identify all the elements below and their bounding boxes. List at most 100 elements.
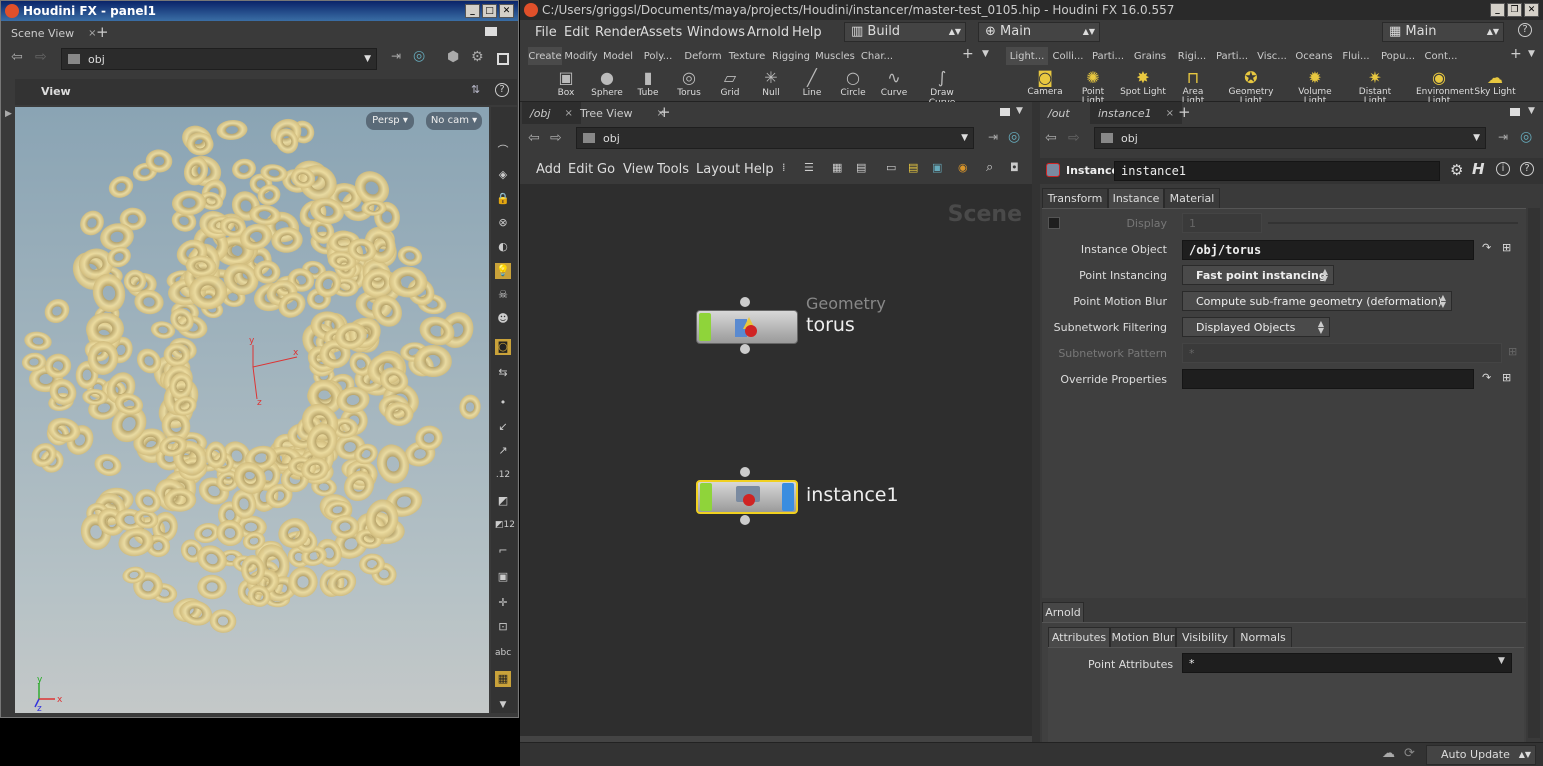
back-arrow-icon[interactable]: ⇦: [11, 49, 23, 65]
light-shelf-tab-5[interactable]: Parti...: [1212, 47, 1252, 65]
list-icon[interactable]: ☰: [804, 161, 814, 174]
network-search-icon[interactable]: ⌕: [986, 160, 993, 175]
node-instance1[interactable]: [696, 480, 798, 514]
cloud-icon[interactable]: ☁: [1382, 746, 1395, 761]
point-instancing-select[interactable]: Fast point instancing ▲ ▼: [1182, 265, 1334, 285]
param-link-icon[interactable]: ◎: [1520, 129, 1532, 145]
context-select[interactable]: ⊕ Main ▲▼: [978, 22, 1100, 42]
light-tool-7[interactable]: ◉ Environment Light: [1416, 66, 1473, 106]
shelf-tool-0[interactable]: ▣ Box: [546, 66, 586, 100]
shelf-tool-2[interactable]: ▮ Tube: [628, 66, 668, 100]
guide-icon[interactable]: ⌐: [495, 543, 511, 559]
light-shelf-tab-2[interactable]: Parti...: [1088, 47, 1128, 65]
left-title-bar[interactable]: Houdini FX - panel1 _ □ ✕: [1, 1, 518, 21]
network-menu-layout[interactable]: Layout: [696, 162, 740, 177]
param-pane-menu-icon[interactable]: ▼: [1528, 106, 1535, 116]
main-title-bar[interactable]: C:/Users/griggsl/Documents/maya/projects…: [520, 0, 1543, 20]
output-connector[interactable]: [740, 515, 750, 525]
view-menu-label[interactable]: View: [41, 85, 71, 98]
prim-icon[interactable]: ◩: [495, 493, 511, 509]
light-shelf-tab-3[interactable]: Grains: [1128, 47, 1172, 65]
light-tool-4[interactable]: ✪ Geometry Light: [1228, 66, 1274, 106]
network-pane-icon[interactable]: [1000, 108, 1010, 116]
display-slider[interactable]: [1268, 222, 1518, 224]
light-shelf-tab-1[interactable]: Colli...: [1048, 47, 1088, 65]
skull-icon[interactable]: ☠: [495, 287, 511, 303]
background-image-icon[interactable]: ▣: [932, 161, 942, 174]
network-menu-add[interactable]: Add: [536, 162, 561, 177]
param-add-tab-icon[interactable]: +: [1178, 103, 1191, 121]
scroll-down-icon[interactable]: ▼: [495, 697, 511, 713]
prim-number-icon[interactable]: ◩12: [495, 517, 515, 533]
network-pin-icon[interactable]: ⇥: [988, 130, 998, 144]
shelf-tab-3[interactable]: Poly...: [636, 47, 680, 65]
lock-icon[interactable]: 🔒: [495, 191, 511, 207]
tab-arnold[interactable]: Arnold: [1042, 602, 1084, 622]
pane-arrow-icon[interactable]: ▶: [5, 109, 12, 119]
viewport[interactable]: Persp ▾ No cam ▾ yxz yxz: [15, 107, 489, 713]
shelf-add-icon[interactable]: +: [962, 46, 974, 62]
main-close-button[interactable]: ✕: [1524, 3, 1539, 17]
network-menu-go[interactable]: Go: [597, 162, 615, 177]
forward-arrow-icon[interactable]: ⇨: [35, 49, 47, 65]
view-display-icon[interactable]: ⇅: [471, 83, 480, 96]
network-path-field[interactable]: obj ▼: [576, 127, 974, 149]
light-tool-5[interactable]: ✹ Volume Light: [1292, 66, 1338, 106]
input-connector[interactable]: [740, 467, 750, 477]
op-chooser-icon[interactable]: ⊞: [1502, 241, 1511, 254]
network-forward-icon[interactable]: ⇨: [550, 130, 562, 146]
shelf-tab-7[interactable]: Muscles: [814, 47, 856, 65]
param-scrollbar[interactable]: [1528, 208, 1540, 738]
tab-normals[interactable]: Normals: [1234, 627, 1292, 647]
menu-file[interactable]: File: [535, 25, 557, 40]
table-icon[interactable]: ▤: [856, 161, 866, 174]
tab-motion-blur[interactable]: Motion Blur: [1110, 627, 1176, 647]
output-connector[interactable]: [740, 344, 750, 354]
shelf-tool-1[interactable]: ● Sphere: [587, 66, 627, 100]
minimize-button[interactable]: _: [465, 4, 480, 18]
network-pane-menu-icon[interactable]: ▼: [1016, 106, 1023, 116]
point-icon[interactable]: •: [495, 395, 511, 411]
maximize-button[interactable]: □: [482, 4, 497, 18]
menu-help[interactable]: Help: [792, 25, 822, 40]
view-tool-icon[interactable]: ⌒: [495, 143, 511, 159]
tree-layout-icon[interactable]: ⁞: [782, 161, 786, 174]
menu-edit[interactable]: Edit: [564, 25, 589, 40]
param-pin-icon[interactable]: ⇥: [1498, 130, 1508, 144]
light-shelf-add-icon[interactable]: +: [1510, 46, 1522, 62]
close-button[interactable]: ✕: [499, 4, 514, 18]
select-icon[interactable]: ◈: [495, 167, 511, 183]
override-field[interactable]: [1182, 369, 1474, 389]
tab-scene-view[interactable]: Scene View ×: [3, 22, 105, 44]
help-icon[interactable]: ?: [495, 83, 509, 97]
display-options-icon[interactable]: ⊡: [495, 619, 511, 635]
param-help-icon[interactable]: ?: [1520, 162, 1534, 176]
pin-icon[interactable]: ⇥: [391, 49, 401, 63]
network-menu-help[interactable]: Help: [744, 162, 774, 177]
display-flag[interactable]: [700, 483, 712, 511]
tab-transform[interactable]: Transform: [1042, 188, 1108, 208]
tab-instance1[interactable]: instance1 ×: [1090, 102, 1182, 124]
refresh-icon[interactable]: ⟳: [1404, 746, 1415, 761]
bbox-icon[interactable]: ▣: [495, 569, 511, 585]
display-flag[interactable]: [699, 313, 711, 341]
light-shelf-tab-8[interactable]: Flui...: [1336, 47, 1376, 65]
light-shelf-tab-6[interactable]: Visc...: [1252, 47, 1292, 65]
quick-marks-icon[interactable]: ◘: [1010, 161, 1019, 174]
light-tool-3[interactable]: ⊓ Area Light: [1170, 66, 1216, 106]
light-bulb-icon[interactable]: 💡: [495, 263, 511, 279]
network-box-icon[interactable]: ▭: [886, 161, 896, 174]
light-tool-1[interactable]: ✺ Point Light: [1070, 66, 1116, 106]
shelf-tool-7[interactable]: ○ Circle: [833, 66, 873, 100]
point-number-icon[interactable]: .12: [495, 467, 511, 483]
network-menu-tools[interactable]: Tools: [657, 162, 689, 177]
shelf-tool-3[interactable]: ◎ Torus: [669, 66, 709, 100]
shelf-tool-6[interactable]: ╱ Line: [792, 66, 832, 100]
shelf-tab-0[interactable]: Create: [528, 47, 562, 65]
instance-object-field[interactable]: /obj/torus: [1182, 240, 1474, 260]
override-chooser-icon[interactable]: ⊞: [1502, 371, 1511, 384]
object-icon[interactable]: ⬢: [447, 49, 459, 65]
point-attr-dropdown-icon[interactable]: ▼: [1498, 656, 1505, 666]
light-tool-6[interactable]: ✷ Distant Light: [1352, 66, 1398, 106]
auto-update-select[interactable]: Auto Update ▲▼: [1426, 745, 1536, 765]
